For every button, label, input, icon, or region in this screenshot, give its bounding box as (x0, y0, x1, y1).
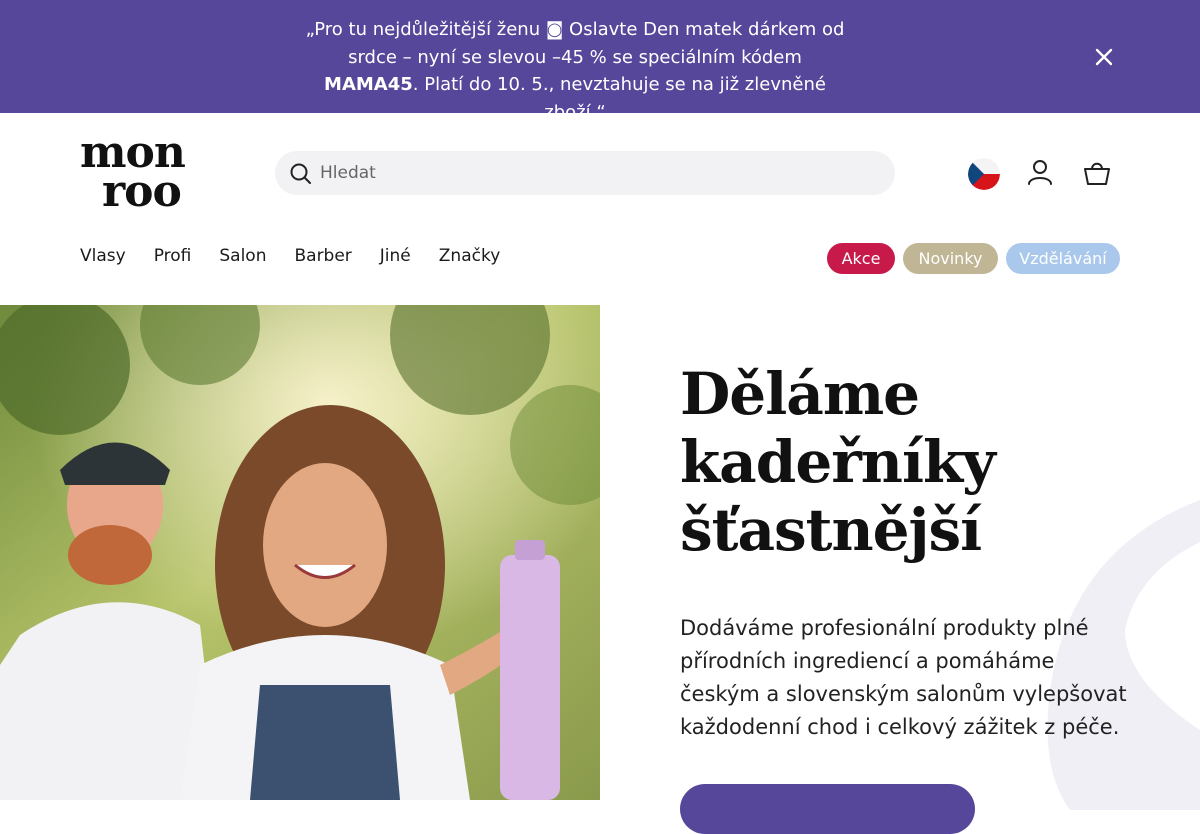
hero-description: Dodáváme profesionální produkty plné pří… (680, 616, 1127, 739)
cz-flag-icon[interactable] (968, 158, 1000, 190)
nav-item-vlasy[interactable]: Vlasy (80, 246, 126, 272)
pill-vzdelavani[interactable]: Vzdělávání (1006, 243, 1120, 274)
hero-cta-button[interactable] (680, 784, 975, 834)
pill-akce[interactable]: Akce (827, 243, 895, 274)
promo-text: „Pro tu nejdůležitější ženu ◙ Oslavte De… (300, 16, 850, 126)
hero-title-line-3: šťastnější (680, 496, 982, 564)
promo-banner: „Pro tu nejdůležitější ženu ◙ Oslavte De… (0, 0, 1200, 123)
pill-novinky[interactable]: Novinky (903, 243, 998, 274)
user-icon[interactable] (1026, 158, 1054, 186)
close-icon[interactable] (1090, 43, 1118, 71)
promo-text-after: . Platí do 10. 5., nevztahuje se na již … (412, 74, 826, 123)
nav-item-barber[interactable]: Barber (294, 246, 351, 272)
logo-line-2: roo (102, 166, 181, 212)
cart-icon[interactable] (1082, 158, 1112, 188)
nav-item-jine[interactable]: Jiné (380, 246, 411, 272)
hero-photo (0, 305, 600, 800)
search-input[interactable] (320, 151, 880, 195)
hero-title-line-1: Děláme (680, 360, 920, 428)
search-icon (290, 163, 311, 184)
logo[interactable]: mon roo (80, 134, 215, 212)
main-nav: Vlasy Profi Salon Barber Jiné Značky (80, 246, 528, 272)
hero-title: Děláme kadeřníky šťastnější (680, 360, 1100, 564)
promo-text-before: „Pro tu nejdůležitější ženu ◙ Oslavte De… (305, 19, 845, 68)
nav-item-salon[interactable]: Salon (219, 246, 266, 272)
nav-item-profi[interactable]: Profi (154, 246, 192, 272)
hero-title-line-2: kadeřníky (680, 428, 996, 496)
nav-item-znacky[interactable]: Značky (439, 246, 500, 272)
promo-code: MAMA45 (324, 74, 413, 95)
